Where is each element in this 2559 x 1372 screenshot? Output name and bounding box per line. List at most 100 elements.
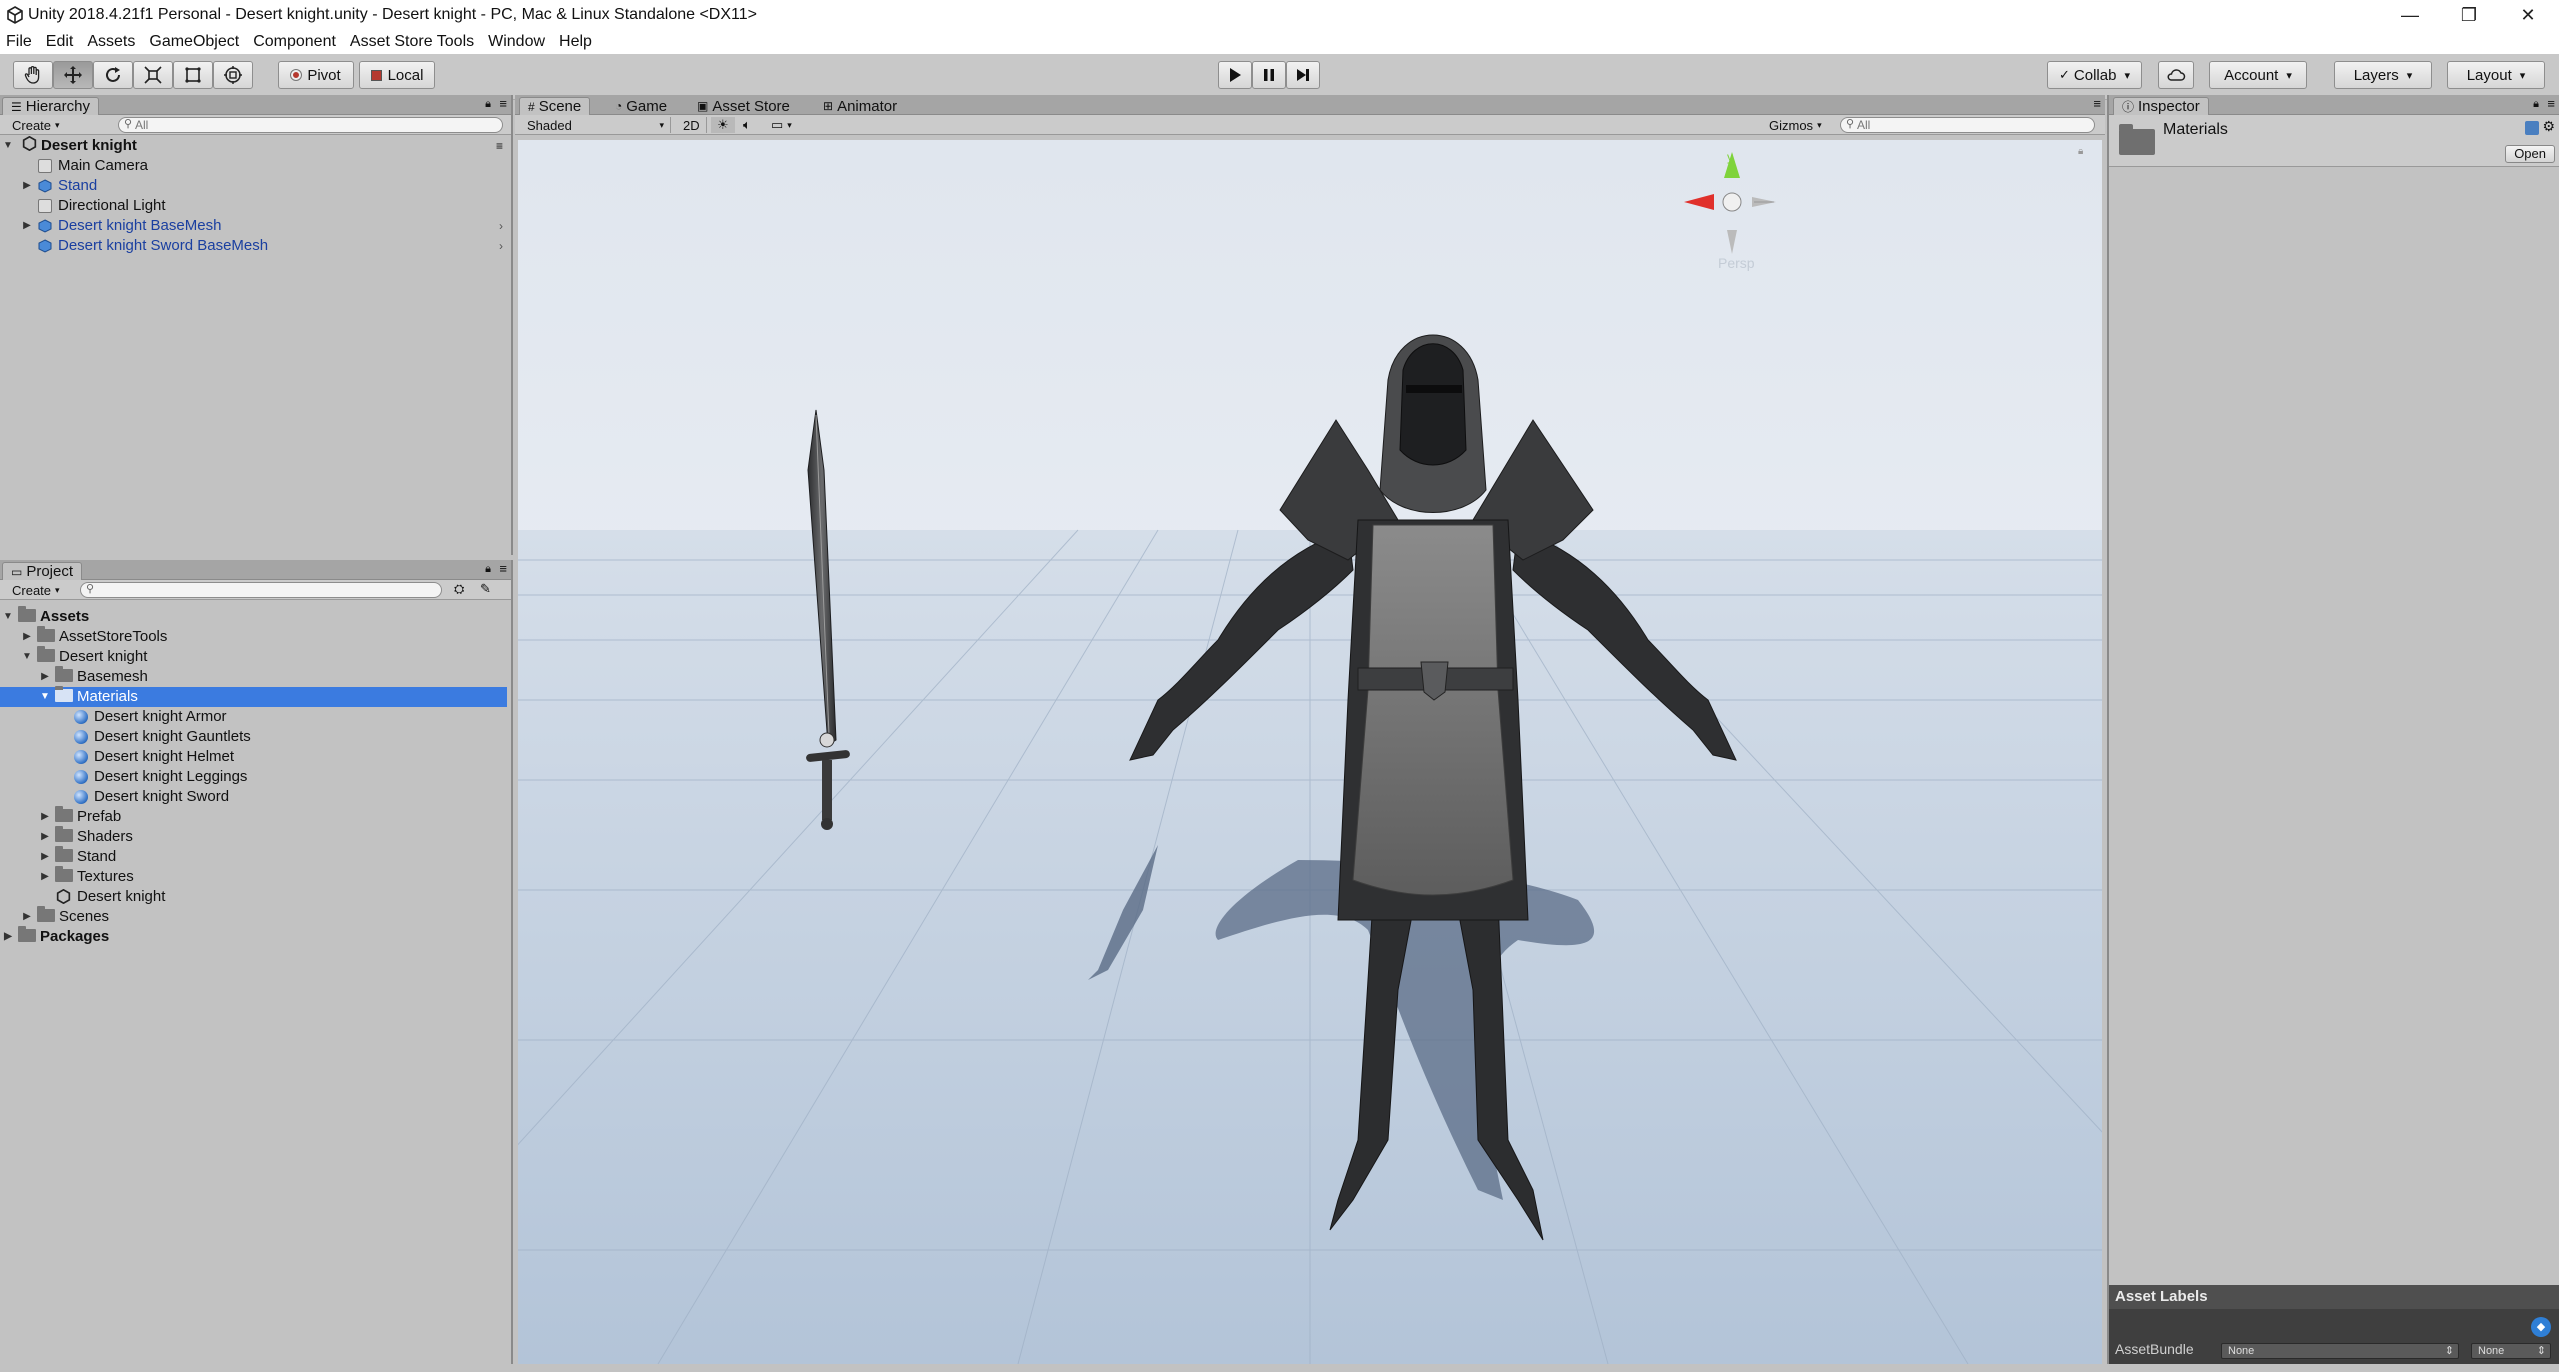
collapse-arrow-icon[interactable]: ▼ — [3, 607, 13, 627]
account-dropdown[interactable]: Account — [2209, 61, 2307, 89]
rect-tool-button[interactable] — [173, 61, 213, 89]
menu-window[interactable]: Window — [488, 33, 545, 51]
pause-button[interactable] — [1252, 61, 1286, 89]
scene-viewport[interactable]: y 🔒︎ Persp — [518, 140, 2102, 1364]
filter-label-icon[interactable]: ✎ — [480, 581, 491, 597]
transform-tool-button[interactable] — [213, 61, 253, 89]
tree-desert-knight[interactable]: ▼ Desert knight — [0, 646, 511, 667]
chevron-right-icon[interactable]: › — [499, 216, 503, 236]
menu-gameobject[interactable]: GameObject — [149, 33, 239, 51]
scene-menu-icon[interactable]: ≡ — [496, 136, 503, 156]
tree-mat-sword[interactable]: Desert knight Sword — [0, 787, 511, 807]
hierarchy-item-main-camera[interactable]: Main Camera — [0, 156, 511, 176]
hierarchy-search-input[interactable]: All — [118, 117, 503, 133]
shading-mode-dropdown[interactable]: Shaded ▾ — [521, 117, 671, 133]
asset-variant-dropdown[interactable]: None ⇕ — [2471, 1343, 2551, 1359]
tab-hierarchy[interactable]: ☰ Hierarchy — [2, 97, 99, 115]
tree-shaders[interactable]: ▶ Shaders — [0, 826, 511, 847]
tree-scenes[interactable]: ▶ Scenes — [0, 906, 511, 927]
tab-scene[interactable]: # Scene — [519, 97, 591, 115]
expand-arrow-icon[interactable]: ▶ — [22, 176, 32, 196]
scene-orientation-gizmo[interactable] — [1684, 152, 1776, 254]
panel-menu-icon[interactable]: ≡ — [499, 96, 507, 111]
tab-inspector[interactable]: ⓘ Inspector — [2113, 97, 2209, 115]
lighting-toggle[interactable]: ☀ — [711, 117, 735, 133]
lock-icon[interactable]: 🔒︎ — [2533, 98, 2539, 111]
layers-dropdown[interactable]: Layers — [2334, 61, 2432, 89]
tab-asset-store[interactable]: ▣ Asset Store — [689, 97, 798, 115]
panel-menu-icon[interactable]: ≡ — [499, 561, 507, 576]
rotate-tool-button[interactable] — [93, 61, 133, 89]
minimize-button[interactable]: — — [2381, 0, 2439, 30]
menu-assets[interactable]: Assets — [87, 33, 135, 51]
expand-arrow-icon[interactable]: ▶ — [40, 667, 50, 687]
menu-edit[interactable]: Edit — [46, 33, 74, 51]
expand-arrow-icon[interactable]: ▶ — [22, 907, 32, 927]
tree-asset-store-tools[interactable]: ▶ AssetStoreTools — [0, 626, 511, 647]
collab-dropdown[interactable]: ✓ Collab — [2047, 61, 2142, 89]
tree-packages[interactable]: ▶ Packages — [0, 926, 511, 947]
cloud-services-button[interactable] — [2158, 61, 2194, 89]
layout-dropdown[interactable]: Layout — [2447, 61, 2545, 89]
tab-animator[interactable]: ⊞ Animator — [815, 97, 905, 115]
maximize-button[interactable]: ❐ — [2440, 0, 2498, 30]
tree-mat-gauntlets[interactable]: Desert knight Gauntlets — [0, 727, 511, 747]
local-toggle[interactable]: Local — [359, 61, 435, 89]
hierarchy-item-knight-basemesh[interactable]: ▶ Desert knight BaseMesh › — [0, 216, 511, 236]
collapse-arrow-icon[interactable]: ▼ — [3, 136, 13, 156]
hierarchy-item-directional-light[interactable]: Directional Light — [0, 196, 511, 216]
tree-mat-armor[interactable]: Desert knight Armor — [0, 707, 511, 727]
help-book-icon[interactable] — [2525, 121, 2539, 135]
tree-prefab[interactable]: ▶ Prefab — [0, 806, 511, 827]
expand-arrow-icon[interactable]: ▶ — [40, 827, 50, 847]
menu-help[interactable]: Help — [559, 33, 592, 51]
tree-mat-leggings[interactable]: Desert knight Leggings — [0, 767, 511, 787]
lock-icon[interactable]: 🔒︎ — [485, 563, 491, 576]
tree-stand[interactable]: ▶ Stand — [0, 846, 511, 867]
projection-label[interactable]: Persp — [1718, 255, 1755, 271]
gizmos-dropdown[interactable]: Gizmos — [1763, 117, 1828, 133]
tree-assets[interactable]: ▼ Assets — [0, 606, 511, 627]
collapse-arrow-icon[interactable]: ▼ — [22, 647, 32, 667]
tab-project[interactable]: ▭ Project — [2, 562, 83, 580]
expand-arrow-icon[interactable]: ▶ — [40, 807, 50, 827]
menu-file[interactable]: File — [6, 33, 32, 51]
expand-arrow-icon[interactable]: ▶ — [22, 627, 32, 647]
tree-textures[interactable]: ▶ Textures — [0, 866, 511, 887]
project-search-input[interactable] — [80, 582, 442, 598]
panel-menu-icon[interactable]: ≡ — [2093, 96, 2101, 111]
move-tool-button[interactable] — [53, 61, 93, 89]
scene-root-row[interactable]: ▼ Desert knight ≡ — [0, 135, 511, 156]
expand-arrow-icon[interactable]: ▶ — [3, 927, 13, 947]
step-button[interactable] — [1286, 61, 1320, 89]
lock-icon[interactable]: 🔒︎ — [485, 98, 491, 111]
hand-tool-button[interactable] — [13, 61, 53, 89]
lock-icon[interactable]: 🔒︎ — [2078, 146, 2083, 157]
hierarchy-create-dropdown[interactable]: Create — [6, 117, 66, 133]
close-button[interactable]: ✕ — [2499, 0, 2557, 30]
tree-scene-file[interactable]: Desert knight — [0, 887, 511, 907]
open-button[interactable]: Open — [2505, 145, 2555, 163]
scene-search-input[interactable]: All — [1840, 117, 2095, 133]
scale-tool-button[interactable] — [133, 61, 173, 89]
effects-dropdown[interactable]: ▭ — [765, 117, 798, 133]
expand-arrow-icon[interactable]: ▶ — [40, 847, 50, 867]
tree-materials[interactable]: ▼ Materials — [0, 686, 507, 707]
menu-component[interactable]: Component — [253, 33, 336, 51]
expand-arrow-icon[interactable]: ▶ — [40, 867, 50, 887]
tree-mat-helmet[interactable]: Desert knight Helmet — [0, 747, 511, 767]
hierarchy-item-stand[interactable]: ▶ Stand — [0, 176, 511, 196]
panel-menu-icon[interactable]: ≡ — [2547, 96, 2555, 111]
expand-arrow-icon[interactable]: ▶ — [22, 216, 32, 236]
hierarchy-item-sword-basemesh[interactable]: Desert knight Sword BaseMesh › — [0, 236, 511, 256]
tree-basemesh[interactable]: ▶ Basemesh — [0, 666, 511, 687]
label-tag-icon[interactable]: ◆ — [2531, 1317, 2551, 1337]
filter-type-icon[interactable]: ⛭ — [454, 581, 464, 597]
toggle-2d-button[interactable]: 2D — [677, 117, 707, 133]
play-button[interactable] — [1218, 61, 1252, 89]
audio-toggle[interactable]: 🔈︎ — [737, 117, 757, 133]
pivot-toggle[interactable]: Pivot — [278, 61, 354, 89]
menu-asset-store-tools[interactable]: Asset Store Tools — [350, 33, 474, 51]
asset-bundle-dropdown[interactable]: None ⇕ — [2221, 1343, 2459, 1359]
project-create-dropdown[interactable]: Create — [6, 582, 66, 598]
